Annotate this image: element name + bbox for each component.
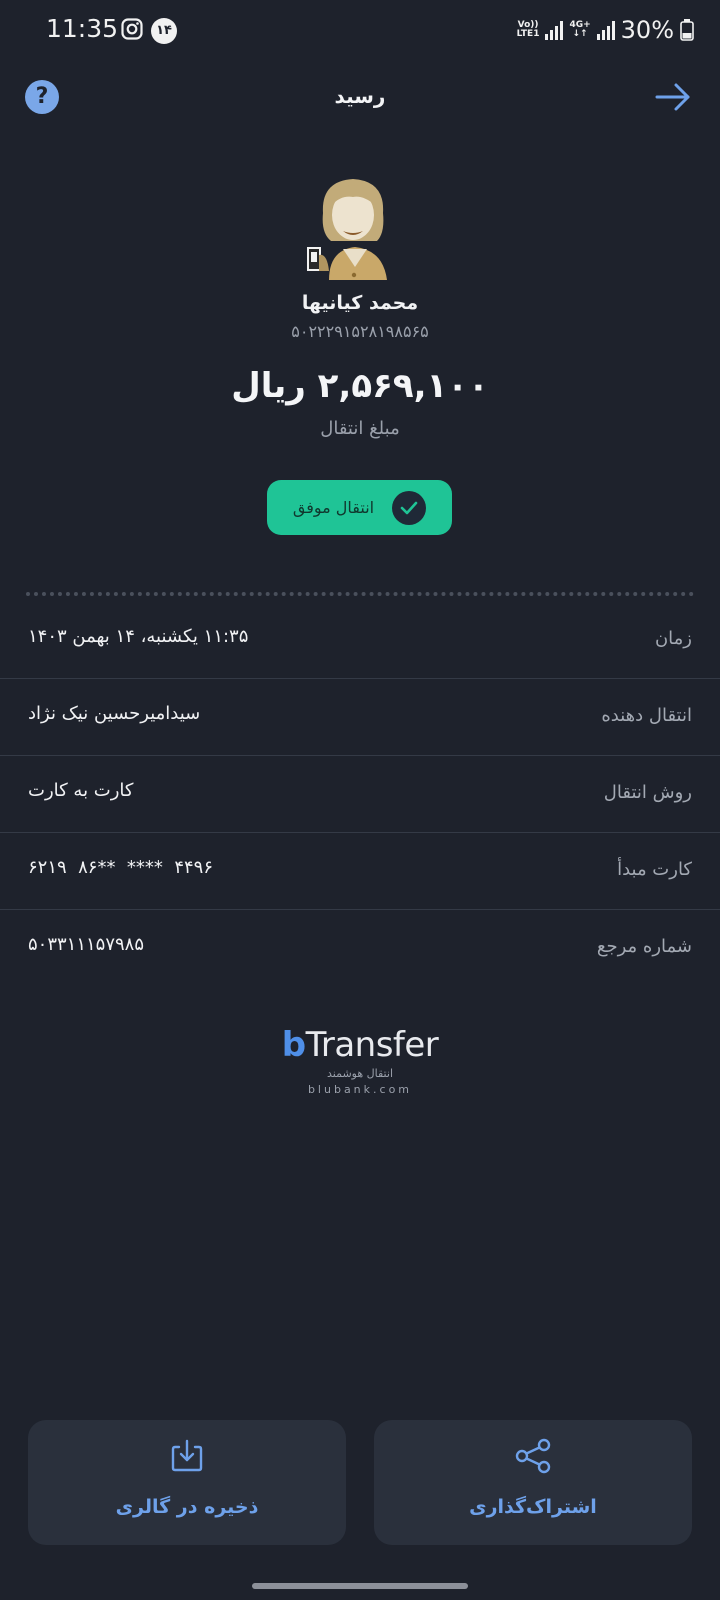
page-title: رسید bbox=[334, 84, 386, 108]
detail-label: انتقال دهنده bbox=[601, 705, 692, 726]
detail-row-time: زمان ۱۱:۳۵ یکشنبه، ۱۴ بهمن ۱۴۰۳ bbox=[0, 602, 720, 679]
detail-row-source-card: کارت مبدأ ۶۲۱۹ ۸۶** **** ۴۴۹۶ bbox=[0, 833, 720, 910]
detail-value: ۵۰۳۳۱۱۱۵۷۹۸۵ bbox=[28, 934, 145, 955]
signal-icon bbox=[545, 20, 564, 40]
app-header: ? رسید bbox=[0, 62, 720, 134]
detail-label: زمان bbox=[654, 628, 692, 649]
signal-icon-2 bbox=[596, 20, 615, 40]
brand-tagline: انتقال هوشمند bbox=[327, 1067, 393, 1080]
status-right-group: Vo)) LTE1 4G+ ↓↑ 30% bbox=[517, 16, 694, 44]
detail-value: ۱۱:۳۵ یکشنبه، ۱۴ بهمن ۱۴۰۳ bbox=[28, 626, 249, 647]
status-text: انتقال موفق bbox=[292, 498, 375, 517]
detail-row-reference: شماره مرجع ۵۰۳۳۱۱۱۵۷۹۸۵ bbox=[0, 910, 720, 986]
battery-icon bbox=[680, 19, 694, 41]
brand-url: blubank.com bbox=[307, 1083, 413, 1096]
detail-label: کارت مبدأ bbox=[617, 859, 692, 880]
avatar bbox=[307, 179, 387, 280]
notification-badge: ۱۴ bbox=[151, 18, 177, 44]
share-icon bbox=[374, 1438, 692, 1478]
instagram-icon bbox=[121, 18, 143, 40]
status-bar: 11:35 ۱۴ Vo)) LTE1 4G+ ↓↑ 30% bbox=[0, 0, 720, 60]
btransfer-logo: bTransfer bbox=[281, 1025, 439, 1065]
detail-label: روش انتقال bbox=[603, 782, 692, 803]
detail-label: شماره مرجع bbox=[596, 936, 692, 957]
dotted-divider bbox=[26, 592, 694, 596]
detail-row-method: روش انتقال کارت به کارت bbox=[0, 756, 720, 833]
recipient-name: محمد کیانیها bbox=[301, 292, 419, 314]
battery-percent: 30% bbox=[620, 16, 674, 44]
transfer-amount: ۲,۵۶۹,۱۰۰ ریال bbox=[231, 366, 489, 406]
save-to-gallery-label: ذخیره در گالری bbox=[115, 1496, 259, 1518]
transfer-amount-label: مبلغ انتقال bbox=[320, 418, 400, 439]
share-label: اشتراک‌گذاری bbox=[469, 1496, 597, 1518]
detail-row-sender: انتقال دهنده سیدامیرحسین نیک نژاد bbox=[0, 679, 720, 756]
home-indicator[interactable] bbox=[252, 1583, 468, 1589]
check-icon bbox=[392, 490, 427, 525]
recipient-card-number: ۵۰۲۲۲۹۱۵۲۸۱۹۸۵۶۵ bbox=[291, 322, 429, 341]
volte-indicator: Vo)) LTE1 bbox=[516, 20, 540, 39]
detail-value: ۶۲۱۹ ۸۶** **** ۴۴۹۶ bbox=[28, 857, 214, 878]
status-time: 11:35 bbox=[46, 14, 119, 43]
detail-value: سیدامیرحسین نیک نژاد bbox=[28, 703, 201, 724]
download-icon bbox=[28, 1438, 346, 1478]
save-to-gallery-button[interactable]: ذخیره در گالری bbox=[28, 1420, 346, 1545]
network-type-indicator: 4G+ ↓↑ bbox=[569, 20, 591, 39]
status-badge: انتقال موفق bbox=[267, 480, 452, 535]
arrow-right-icon[interactable] bbox=[654, 80, 692, 114]
detail-value: کارت به کارت bbox=[28, 780, 134, 801]
brand-logo: bTransfer انتقال هوشمند blubank.com bbox=[0, 1025, 720, 1096]
share-button[interactable]: اشتراک‌گذاری bbox=[374, 1420, 692, 1545]
